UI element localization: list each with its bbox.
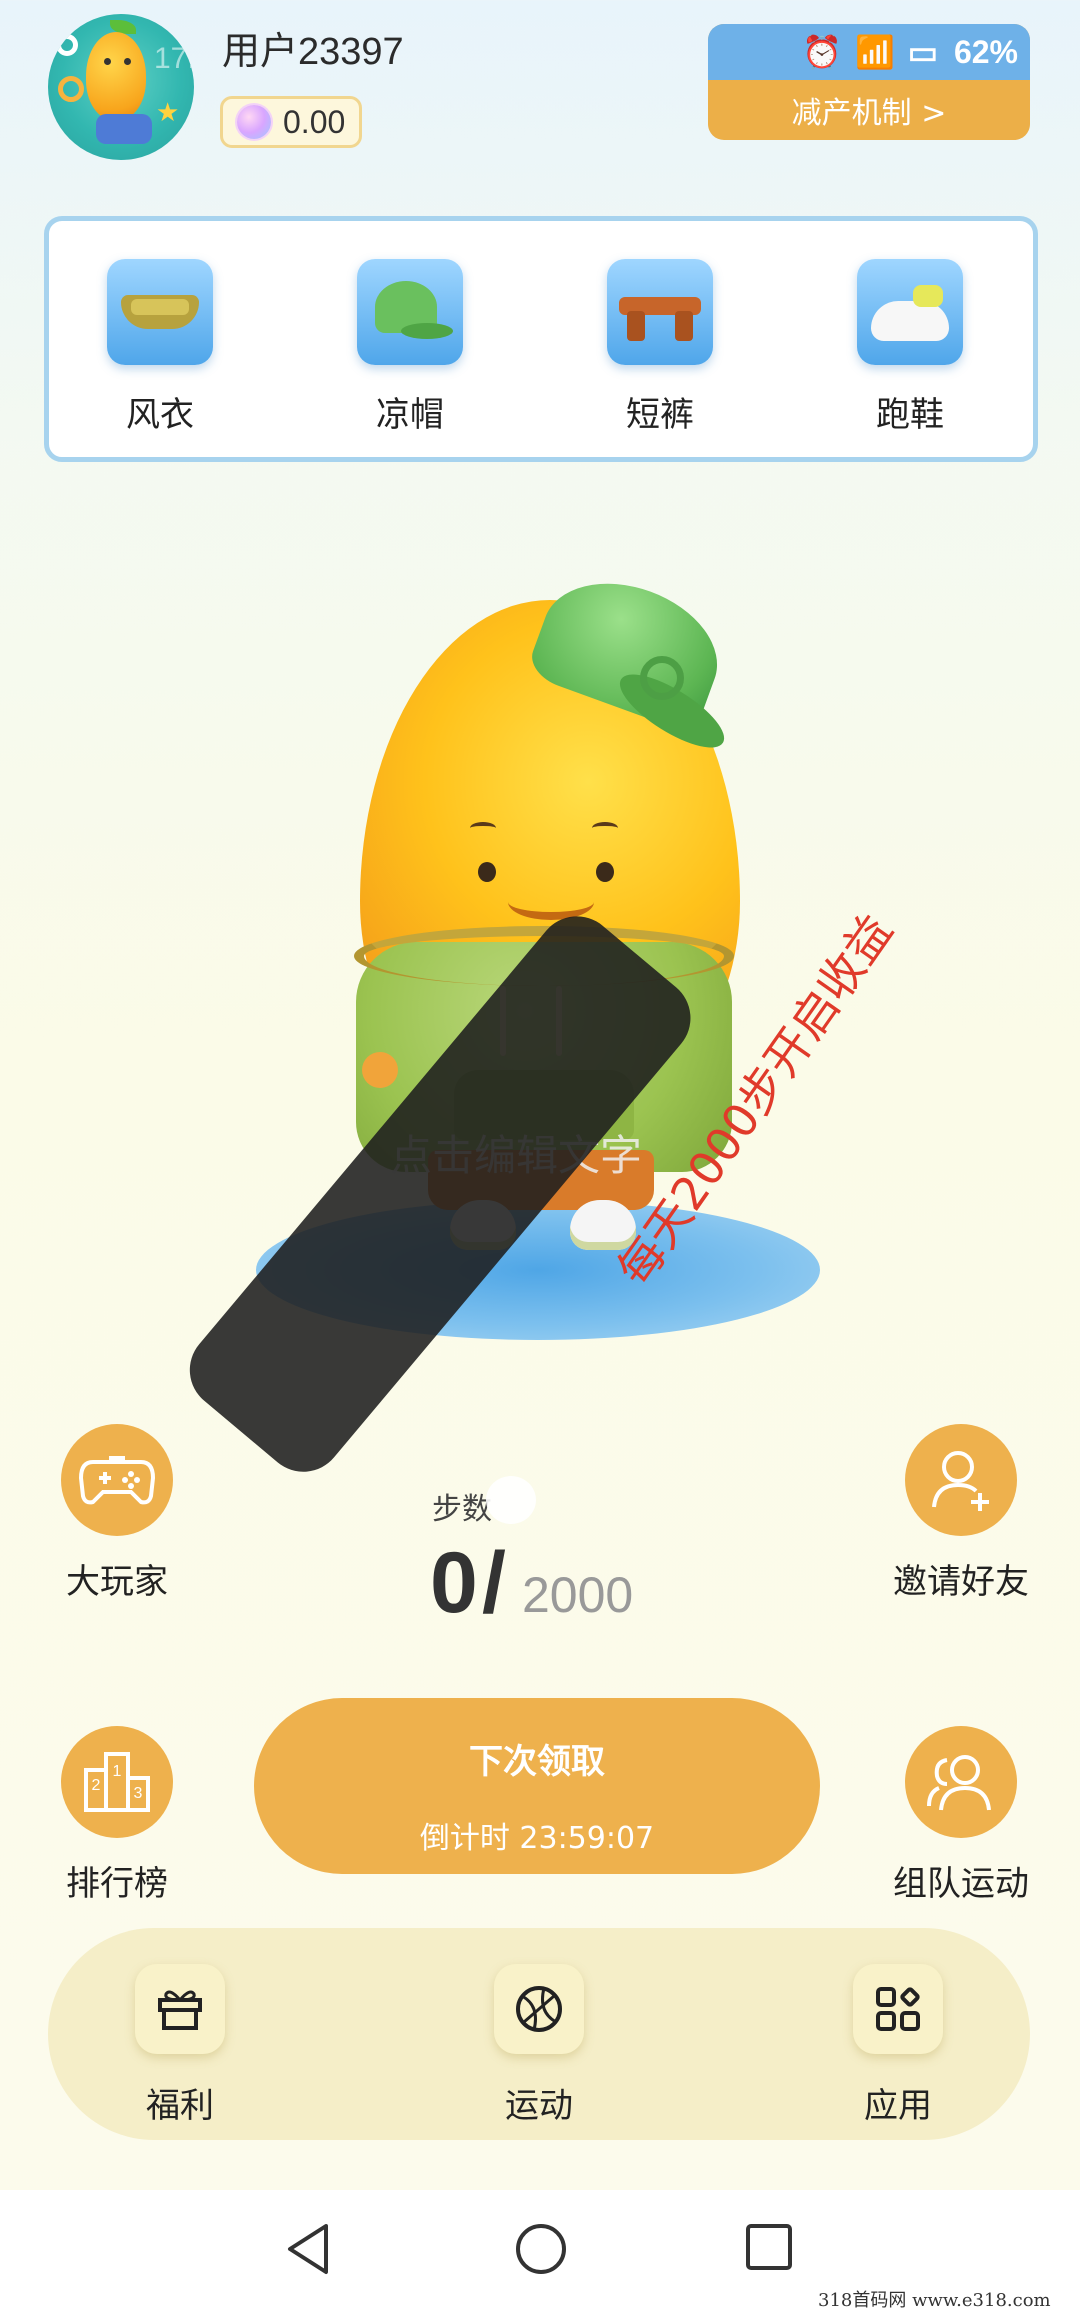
avatar[interactable]: ★ 17:30 [48,14,194,160]
cap-icon [357,259,463,365]
steps-current: 0 [430,1535,478,1631]
mascot-eye [596,862,614,882]
invite-friends-button[interactable]: 邀请好友 [886,1424,1036,1603]
side-button-label: 大玩家 [66,1562,168,1602]
gift-icon [135,1964,225,2054]
svg-text:2: 2 [92,1777,101,1794]
nav-label: 福利 [146,2086,214,2126]
shorts-icon [607,259,713,365]
back-icon[interactable] [284,2222,332,2280]
star-icon: ★ [156,98,180,128]
outfit-item-shorts[interactable]: 短裤 [605,259,715,436]
outfit-label: 凉帽 [376,395,444,435]
outfit-item-trench-coat[interactable]: 风衣 [105,259,215,436]
steps-separator: / [482,1535,506,1631]
reduce-mechanism-button[interactable]: 减产机制 > [708,80,1030,140]
running-shoe-icon [857,259,963,365]
status-icons: ⏰ 📶 ▭ [802,34,940,70]
site-watermark: 318首码网 www.e318.com [818,2290,1051,2310]
nav-label: 运动 [505,2086,573,2126]
outfit-item-cap[interactable]: 凉帽 [355,259,465,436]
team-sport-button[interactable]: 组队运动 [886,1726,1036,1905]
steps-label-blur [486,1476,536,1524]
claim-countdown: 倒计时 23:59:07 [419,1821,655,1856]
gamepad-icon [61,1424,173,1536]
recents-icon[interactable] [744,2222,794,2276]
outfit-label: 短裤 [626,395,694,435]
balance-pill[interactable]: 0.00 [220,96,362,148]
svg-text:3: 3 [134,1785,143,1802]
podium-icon: 1 2 3 [61,1726,173,1838]
team-icon [905,1726,1017,1838]
mascot-hand [362,1052,398,1088]
mascot-brow [470,822,496,834]
username: 用户23397 [222,31,404,73]
ring-decoration-icon [58,76,84,102]
mascot-legs [96,114,152,144]
side-button-label: 排行榜 [66,1864,168,1904]
side-button-label: 邀请好友 [893,1562,1029,1602]
nav-item-apps[interactable]: 应用 [828,1964,968,2127]
bottom-nav: 福利 运动 应用 [48,1928,1030,2140]
claim-title: 下次领取 [469,1742,605,1782]
mascot-eye [104,58,111,65]
home-icon[interactable] [514,2222,568,2280]
outfit-item-running-shoe[interactable]: 跑鞋 [855,259,965,436]
mascot-brow [592,822,618,834]
outfit-label: 跑鞋 [876,395,944,435]
big-player-button[interactable]: 大玩家 [42,1424,192,1603]
steps-goal: 2000 [522,1567,634,1623]
balance-value: 0.00 [283,103,346,140]
nav-item-sport[interactable]: 运动 [469,1964,609,2127]
coin-icon [237,105,271,139]
outfit-panel: 风衣 凉帽 短裤 跑鞋 [44,216,1038,462]
ring-decoration-icon [56,34,78,56]
leaderboard-button[interactable]: 1 2 3 排行榜 [42,1726,192,1905]
steps-label: 步数 [432,1492,492,1527]
battery-percent: 62% [953,33,1018,70]
add-friend-icon [905,1424,1017,1536]
nav-item-welfare[interactable]: 福利 [110,1964,250,2127]
nav-label: 应用 [864,2086,932,2126]
avatar-overlay-text: 17:30 [154,42,194,75]
mascot-eye [478,862,496,882]
cap-logo-icon [640,656,684,700]
mascot-eye [124,58,131,65]
reduce-mechanism-card[interactable]: ⏰ 📶 ▭ 62% 减产机制 > [708,24,1030,140]
side-button-label: 组队运动 [893,1864,1029,1904]
apps-icon [853,1964,943,2054]
trench-coat-icon [107,259,213,365]
mango-mascot-icon [86,32,146,120]
mascot-mouth [508,884,594,920]
next-claim-button[interactable]: 下次领取 倒计时 23:59:07 [254,1698,820,1874]
outfit-label: 风衣 [126,395,194,435]
status-bar-overlay: ⏰ 📶 ▭ 62% [708,24,1030,80]
svg-text:1: 1 [113,1763,122,1780]
basketball-icon [494,1964,584,2054]
